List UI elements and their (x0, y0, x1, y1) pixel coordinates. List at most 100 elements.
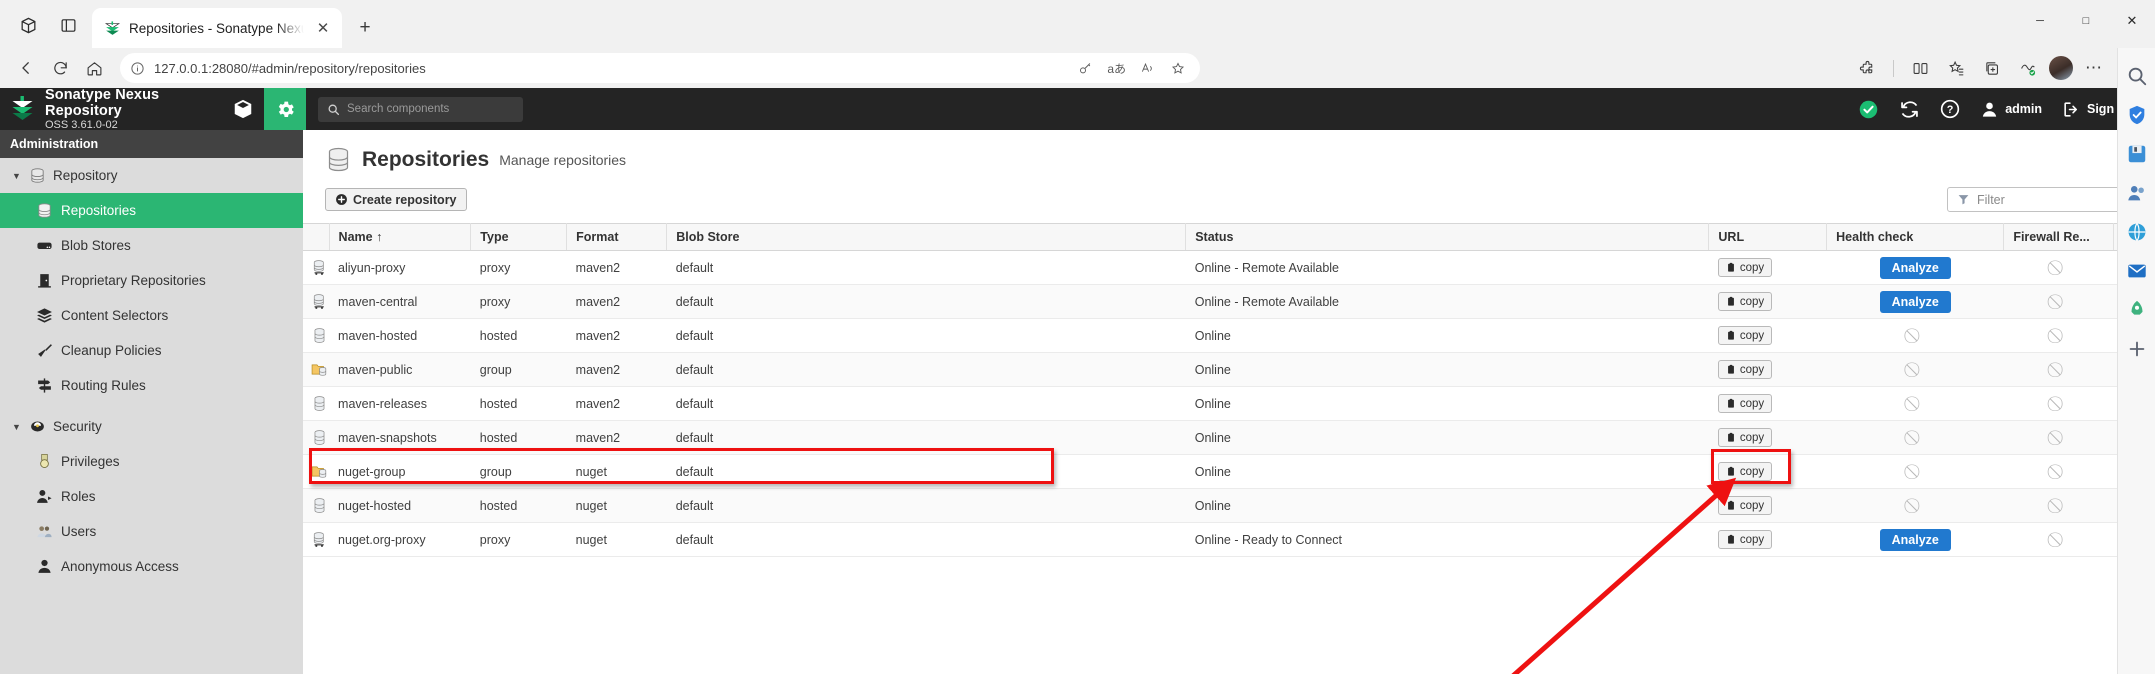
extensions-icon[interactable] (1852, 53, 1882, 83)
analyze-button[interactable]: Analyze (1879, 290, 1951, 313)
table-row[interactable]: maven-hosted hosted maven2 default Online cop… (303, 318, 2155, 353)
table-header-firewall[interactable]: Firewall Re... (2003, 223, 2114, 251)
admin-button[interactable] (264, 88, 306, 130)
rocket-icon[interactable] (2126, 299, 2148, 321)
collections-icon[interactable] (1941, 53, 1971, 83)
sidebar-item-roles[interactable]: Roles (0, 479, 303, 514)
browser-essentials-icon[interactable] (2013, 53, 2043, 83)
copy-button[interactable]: copy (1717, 428, 1773, 447)
table-row[interactable]: maven-central proxy maven2 default Online - … (303, 284, 2155, 319)
analyze-button[interactable]: Analyze (1879, 528, 1951, 551)
copy-button[interactable]: copy (1717, 462, 1773, 481)
cell-name[interactable]: maven-public (329, 352, 471, 387)
table-header-type[interactable]: Type (470, 223, 568, 251)
help-button[interactable]: ? (1940, 99, 1960, 119)
people-icon[interactable] (2126, 182, 2148, 204)
new-tab-button[interactable]: + (350, 13, 380, 43)
settings-more-icon[interactable]: ⋯ (2079, 53, 2109, 83)
copy-button[interactable]: copy (1717, 496, 1773, 515)
back-icon[interactable] (10, 52, 42, 84)
table-header-name[interactable]: Name ↑ (329, 223, 472, 251)
filter-input[interactable]: Filter (1947, 187, 2133, 212)
sidebar-item-label: Content Selectors (61, 308, 169, 323)
sidebar-item-privileges[interactable]: Privileges (0, 444, 303, 479)
table-row[interactable]: nuget-groupgroupnugetdefaultOnline copy⃠⃠… (303, 454, 2155, 489)
table-row[interactable]: maven-public group maven2 default Online copy… (303, 352, 2155, 387)
profile-avatar[interactable] (2049, 56, 2073, 80)
table-header-health-check[interactable]: Health check (1826, 223, 2005, 251)
refresh-button[interactable] (1899, 99, 1920, 120)
cell-name[interactable]: nuget.org-proxy (329, 522, 471, 557)
copy-button[interactable]: copy (1717, 292, 1773, 311)
cell-health-check: ⃠ (1826, 318, 2004, 353)
add-tab-group-icon[interactable] (1977, 53, 2007, 83)
browser-tab[interactable]: Repositories - Sonatype Nexus R ✕ (92, 8, 342, 48)
reload-icon[interactable] (44, 52, 76, 84)
cell-name[interactable]: aliyun-proxy (329, 250, 471, 285)
sidebar-item-blob-stores[interactable]: Blob Stores (0, 228, 303, 263)
clipboard-icon (1727, 364, 1734, 374)
minimize-button[interactable]: ─ (2017, 0, 2063, 42)
table-row[interactable]: maven-releases hosted maven2 default Online c… (303, 386, 2155, 421)
close-icon[interactable]: ✕ (312, 17, 334, 39)
copy-button[interactable]: copy (1717, 530, 1773, 549)
sidebar-item-users[interactable]: Users (0, 514, 303, 549)
cell-name[interactable]: nuget-hosted (329, 488, 471, 523)
table-header-icon-col (303, 223, 330, 251)
tab-actions-icon[interactable] (8, 5, 48, 45)
disk-icon[interactable] (2126, 143, 2148, 165)
window-close-button[interactable]: ✕ (2109, 0, 2155, 42)
sidebar-item-cleanup-policies[interactable]: Cleanup Policies (0, 333, 303, 368)
cell-name[interactable]: maven-central (329, 284, 471, 319)
analyze-button[interactable]: Analyze (1879, 256, 1951, 279)
sidebar-item-label: Repositories (61, 203, 137, 218)
copy-button[interactable]: copy (1717, 258, 1773, 277)
home-icon[interactable] (78, 52, 110, 84)
table-header-status[interactable]: Status (1185, 223, 1710, 251)
sidebar-item-routing-rules[interactable]: Routing Rules (0, 368, 303, 403)
cell-name[interactable]: nuget-group (329, 454, 471, 489)
cell-name[interactable]: maven-snapshots (329, 420, 471, 455)
copy-button[interactable]: copy (1717, 360, 1773, 379)
globe-icon[interactable] (2126, 221, 2148, 243)
search-icon[interactable] (2126, 65, 2148, 87)
clipboard-icon (1727, 330, 1734, 340)
copy-button[interactable]: copy (1717, 394, 1773, 413)
shield-icon[interactable] (2126, 104, 2148, 126)
table-row[interactable]: nuget-hosted hosted nuget default Online copy… (303, 488, 2155, 523)
translate-icon[interactable]: aあ (1107, 60, 1126, 77)
plus-icon[interactable] (2126, 338, 2148, 360)
maximize-button[interactable]: □ (2063, 0, 2109, 42)
read-aloud-icon[interactable] (1140, 61, 1156, 76)
address-bar[interactable]: 127.0.0.1:28080/#admin/repository/reposi… (120, 53, 1200, 83)
create-repository-button[interactable]: Create repository (325, 188, 467, 211)
sidebar-item-content-selectors[interactable]: Content Selectors (0, 298, 303, 333)
tab-sidebar-toggle-icon[interactable] (48, 5, 88, 45)
cell-name[interactable]: maven-hosted (329, 318, 471, 353)
system-status-icon[interactable] (1858, 99, 1879, 120)
cell-blob-store: default (666, 488, 1186, 523)
split-screen-icon[interactable] (1905, 53, 1935, 83)
browse-button[interactable] (222, 88, 264, 130)
search-components-input[interactable]: Search components (318, 96, 523, 122)
app-brand[interactable]: Sonatype Nexus Repository OSS 3.61.0-02 (0, 87, 222, 132)
cell-name[interactable]: maven-releases (329, 386, 471, 421)
table-header-url[interactable]: URL (1708, 223, 1828, 251)
sidebar-group-repository[interactable]: ▼ Repository (0, 158, 303, 193)
user-menu[interactable]: admin (1980, 100, 2042, 119)
sidebar-item-repositories[interactable]: Repositories (0, 193, 303, 228)
favorite-star-icon[interactable] (1170, 61, 1186, 76)
table-row[interactable]: nuget.org-proxy proxy nuget default Online -… (303, 522, 2155, 557)
sidebar-item-anonymous-access[interactable]: Anonymous Access (0, 549, 303, 584)
table-row[interactable]: aliyun-proxy proxy maven2 default Online - R… (303, 250, 2155, 285)
sidebar-item-proprietary-repositories[interactable]: Proprietary Repositories (0, 263, 303, 298)
copy-button[interactable]: copy (1717, 326, 1773, 345)
clipboard-icon (1727, 500, 1734, 510)
table-header-format[interactable]: Format (566, 223, 668, 251)
mail-icon[interactable] (2126, 260, 2148, 282)
table-header-blob-store[interactable]: Blob Store (666, 223, 1187, 251)
key-icon[interactable] (1078, 61, 1093, 76)
table-row[interactable]: maven-snapshots hosted maven2 default Online… (303, 420, 2155, 455)
sidebar-group-security[interactable]: ▼ Security (0, 409, 303, 444)
cell-firewall: ⃠ (2003, 386, 2114, 421)
